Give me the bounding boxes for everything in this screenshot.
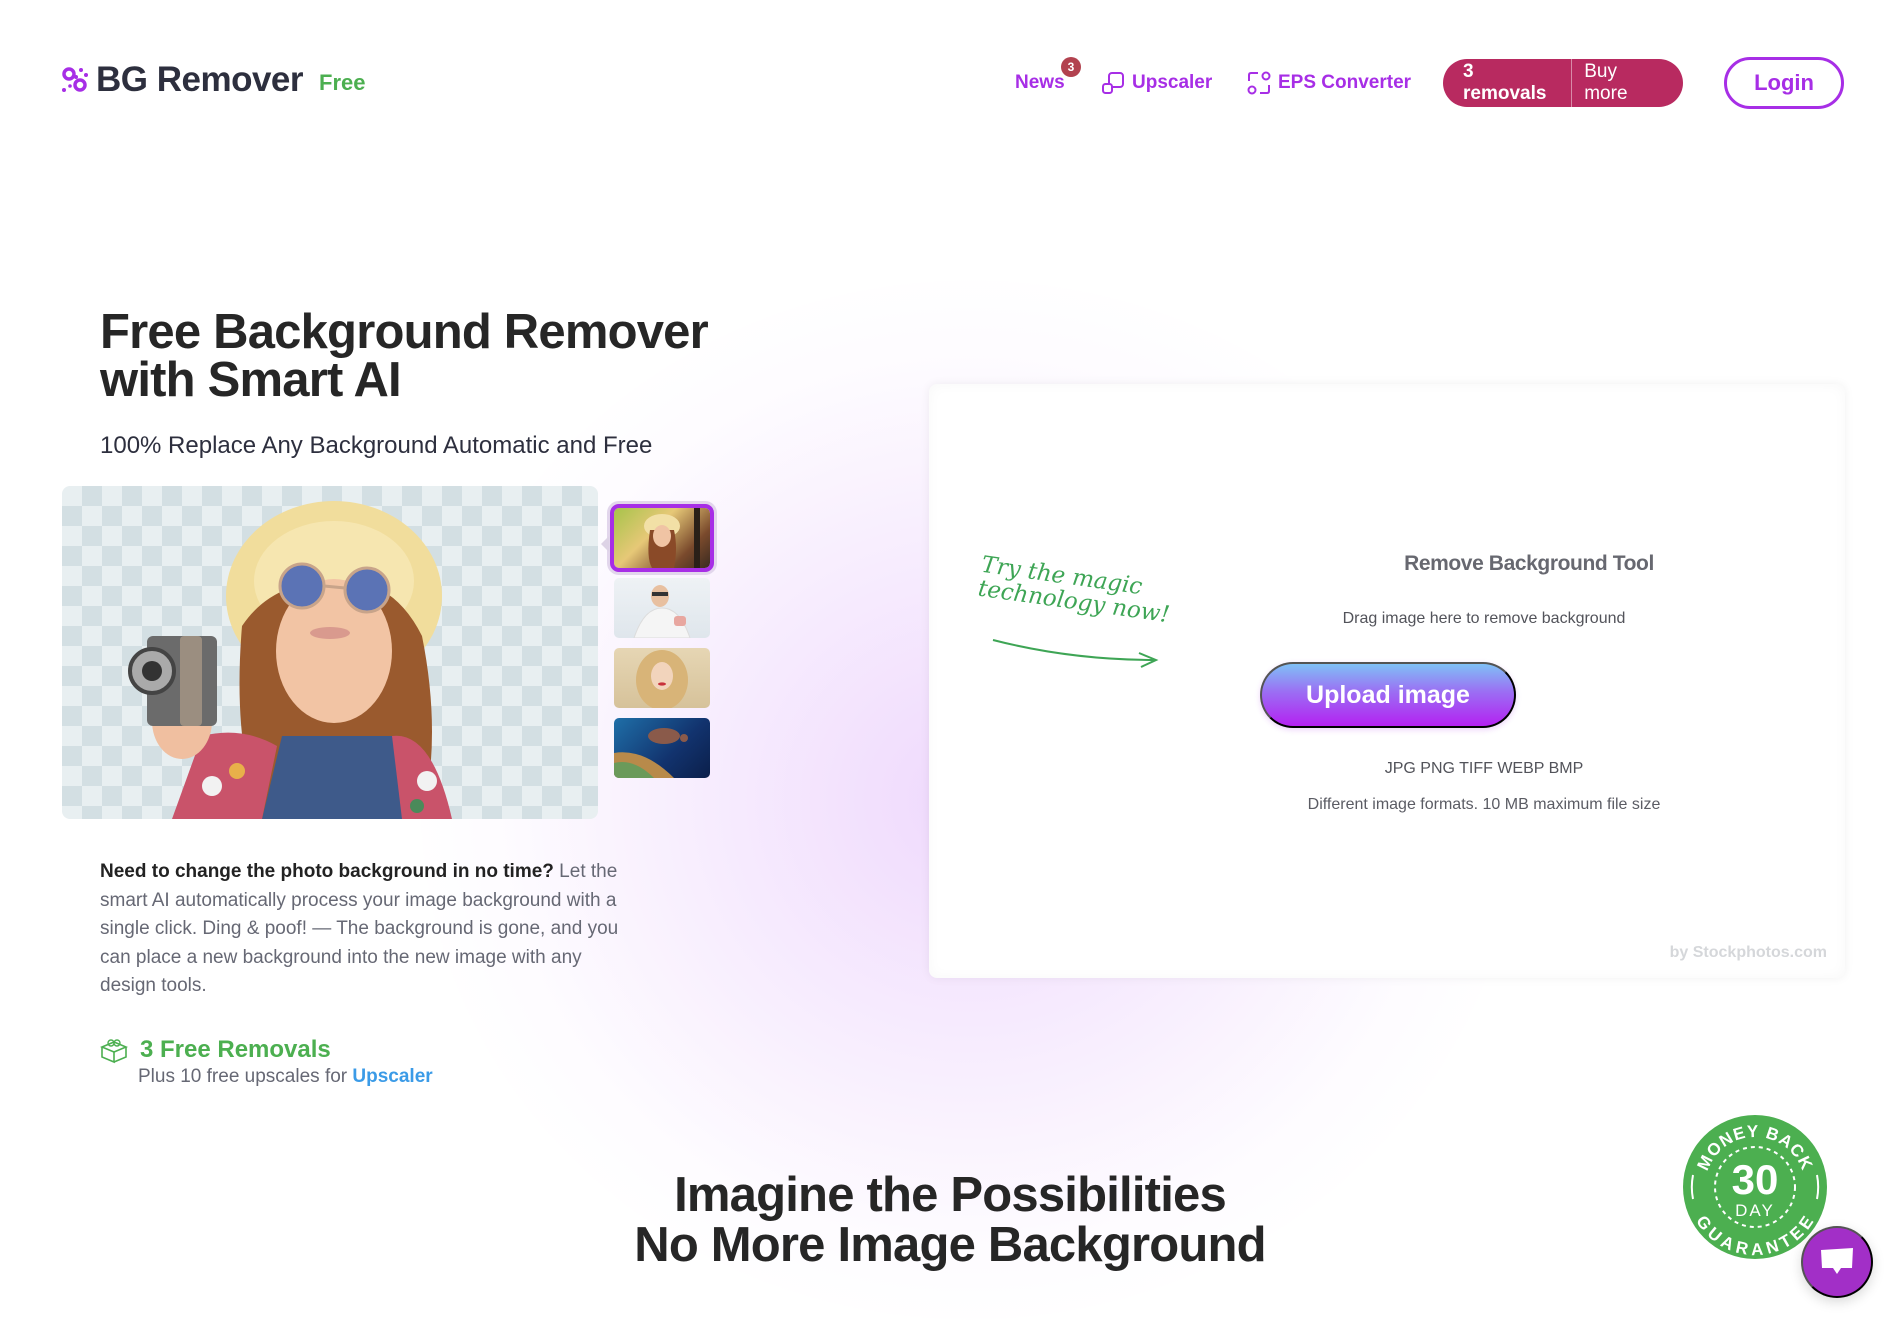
free-upscales-prefix: Plus 10 free upscales for — [138, 1066, 353, 1087]
hero-title-line1: Free Background Remover — [100, 305, 709, 359]
thumbnail-woman-camera[interactable] — [610, 504, 714, 572]
nav-upscaler[interactable]: Upscaler — [1100, 70, 1212, 96]
hero-title: Free Background Remover with Smart AI — [100, 305, 800, 407]
possibilities-line2: No More Image Background — [634, 1218, 1266, 1272]
nav-upscaler-label: Upscaler — [1132, 72, 1213, 93]
site-header: BG Remover Free News 3 Upscaler EPS Conv… — [0, 0, 1900, 160]
arrow-icon — [992, 639, 1159, 668]
nav-eps-converter[interactable]: EPS Converter — [1246, 70, 1411, 96]
nav-news[interactable]: News — [1015, 72, 1065, 94]
logo-text: BG Remover — [96, 60, 304, 99]
hero-description: Need to change the photo background in n… — [100, 858, 640, 1001]
free-removals-title: 3 Free Removals — [140, 1036, 331, 1063]
possibilities-heading: Imagine the Possibilities No More Image … — [0, 1170, 1900, 1270]
hero-title-line2: with Smart AI — [100, 353, 402, 407]
possibilities-line1: Imagine the Possibilities — [674, 1168, 1227, 1222]
thumbnail-blonde-woman[interactable] — [614, 648, 710, 708]
guarantee-unit: DAY — [1735, 1201, 1775, 1220]
upload-dropzone[interactable]: Try the magic technology now! Remove Bac… — [929, 384, 1845, 978]
news-count-badge: 3 — [1061, 57, 1081, 77]
max-file-size: Different image formats. 10 MB maximum f… — [1307, 796, 1661, 813]
turtle-thumb-art — [614, 728, 688, 778]
chat-bubble-icon — [1821, 1248, 1853, 1274]
nav-news-label: News — [1015, 72, 1065, 93]
description-bold: Need to change the photo background in n… — [100, 861, 554, 882]
nav-eps-label: EPS Converter — [1278, 72, 1412, 93]
logo[interactable]: BG Remover Free — [60, 60, 366, 100]
tool-title-wrap: Remove Background Tool — [929, 552, 1845, 576]
gift-box-icon — [100, 1039, 128, 1064]
convert-icon — [1247, 71, 1271, 95]
supported-formats: JPG PNG TIFF WEBP BMP — [1384, 760, 1584, 777]
chat-button[interactable] — [1801, 1226, 1873, 1298]
dentist-thumb-art — [633, 585, 691, 638]
woman-camera-thumb-art — [644, 508, 700, 568]
thumbnail-sea-turtle[interactable] — [614, 718, 710, 778]
logo-free-badge: Free — [319, 70, 366, 95]
logo-icon — [62, 67, 88, 92]
removals-pill: 3 removals Buy more — [1443, 59, 1683, 107]
blonde-thumb-art — [636, 650, 688, 708]
thumbnail-dentist[interactable] — [614, 578, 710, 638]
free-removals: 3 Free Removals — [100, 1036, 331, 1064]
guarantee-number: 30 — [1732, 1156, 1779, 1203]
hero-subtitle: 100% Replace Any Background Automatic an… — [100, 432, 653, 459]
free-upscales-text: Plus 10 free upscales for Upscaler — [138, 1066, 433, 1088]
login-button[interactable]: Login — [1724, 57, 1844, 109]
upscaler-link[interactable]: Upscaler — [352, 1066, 432, 1087]
removals-count-button[interactable]: 3 removals — [1443, 59, 1573, 107]
money-back-guarantee-badge: MONEY BACK GUARANTEE 30 DAY — [1683, 1115, 1827, 1259]
woman-with-camera-image — [128, 501, 452, 819]
drag-hint: Drag image here to remove background — [1342, 610, 1626, 627]
credit-link[interactable]: by Stockphotos.com — [1670, 944, 1827, 962]
upscale-icon — [1102, 72, 1124, 94]
preview-image — [62, 486, 598, 819]
upload-image-button[interactable]: Upload image — [1260, 662, 1516, 728]
buy-more-button[interactable]: Buy more — [1572, 59, 1683, 107]
active-thumb-pointer — [601, 536, 609, 552]
tool-title: Remove Background Tool — [1404, 552, 1654, 575]
